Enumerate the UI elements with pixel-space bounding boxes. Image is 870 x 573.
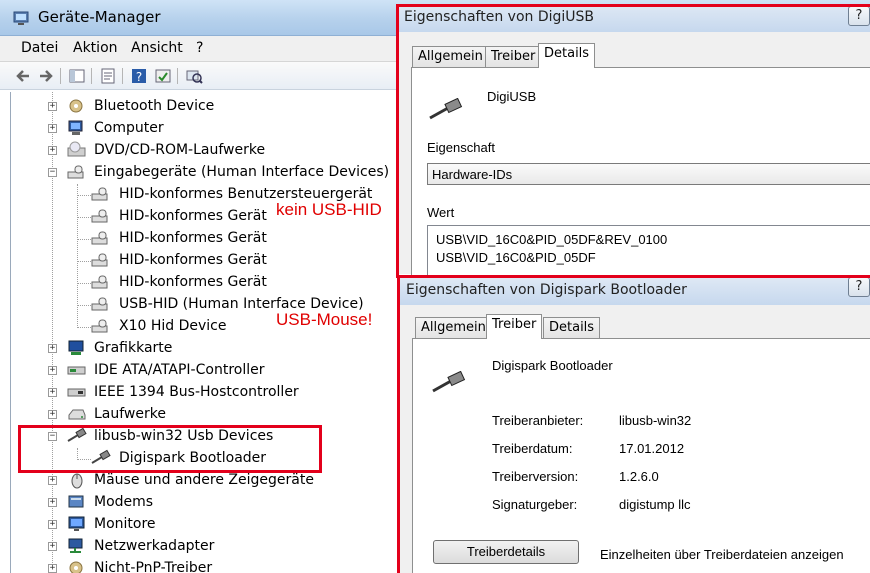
- tree-item-label: HID-konformes Gerät: [119, 252, 267, 268]
- tree-item-label: HID-konformes Gerät: [119, 274, 267, 290]
- menu-aktion[interactable]: Aktion: [73, 40, 118, 56]
- display-adapter-icon: [68, 340, 84, 355]
- tree-item-label: Netzwerkadapter: [94, 538, 215, 554]
- help-icon[interactable]: ?: [130, 67, 148, 85]
- toolbar: ?: [0, 62, 400, 90]
- bluetooth-icon: [69, 99, 83, 113]
- collapse-icon[interactable]: −: [48, 168, 57, 177]
- update-icon[interactable]: [154, 67, 172, 85]
- scan-hardware-icon[interactable]: [185, 67, 203, 85]
- device-tree: + Bluetooth Device + Computer + DVD/CD-R…: [10, 92, 398, 573]
- toolbar-separator: [91, 68, 92, 84]
- toolbar-separator: [60, 68, 61, 84]
- tree-item-hid-device[interactable]: HID-konformes Gerät: [11, 271, 391, 293]
- expand-icon[interactable]: +: [48, 520, 57, 529]
- menu-bar: Datei Aktion Ansicht ?: [0, 36, 400, 62]
- hid-icon: [91, 275, 108, 289]
- dvd-drive-icon: [67, 141, 86, 157]
- tree-item-label: Grafikkarte: [94, 340, 173, 356]
- expand-icon[interactable]: +: [48, 476, 57, 485]
- tree-item-label: Mäuse und andere Zeigegeräte: [94, 472, 314, 488]
- tree-item-network[interactable]: + Netzwerkadapter: [11, 535, 391, 557]
- network-adapter-icon: [68, 538, 83, 553]
- tree-item-graphics[interactable]: + Grafikkarte: [11, 337, 391, 359]
- show-hide-tree-icon[interactable]: [68, 67, 86, 85]
- hid-icon: [91, 297, 108, 311]
- highlight-frame-digiusb: [396, 4, 870, 278]
- back-icon[interactable]: [14, 67, 32, 85]
- annotation-no-hid: kein USB-HID: [276, 200, 382, 219]
- window-title: Geräte-Manager: [38, 8, 161, 26]
- tree-item-label: Laufwerke: [94, 406, 166, 422]
- tree-item-drives[interactable]: + Laufwerke: [11, 403, 391, 425]
- expand-icon[interactable]: +: [48, 564, 57, 573]
- expand-icon[interactable]: +: [48, 388, 57, 397]
- expand-icon[interactable]: +: [48, 410, 57, 419]
- expand-icon[interactable]: +: [48, 542, 57, 551]
- tree-item-label: X10 Hid Device: [119, 318, 227, 334]
- non-pnp-driver-icon: [69, 561, 83, 573]
- tree-item-label: DVD/CD-ROM-Laufwerke: [94, 142, 266, 158]
- expand-icon[interactable]: +: [48, 366, 57, 375]
- tree-item-label: IDE ATA/ATAPI-Controller: [94, 362, 265, 378]
- tree-item-label: Eingabegeräte (Human Interface Devices): [94, 164, 390, 180]
- tree-item-monitors[interactable]: + Monitore: [11, 513, 391, 535]
- svg-text:?: ?: [136, 70, 142, 84]
- hid-icon: [91, 209, 108, 223]
- mouse-icon: [71, 473, 83, 489]
- tree-item-computer[interactable]: + Computer: [11, 117, 391, 139]
- expand-icon[interactable]: +: [48, 124, 57, 133]
- monitor-icon: [68, 516, 85, 531]
- device-manager-icon: [13, 11, 29, 25]
- tree-item-non-pnp[interactable]: + Nicht-PnP-Treiber: [11, 557, 391, 573]
- highlight-box-libusb: [215, 425, 322, 473]
- tree-item-ide[interactable]: + IDE ATA/ATAPI-Controller: [11, 359, 391, 381]
- modem-icon: [68, 495, 84, 508]
- highlight-box-libusb: [18, 425, 218, 473]
- tree-item-ieee1394[interactable]: + IEEE 1394 Bus-Hostcontroller: [11, 381, 391, 403]
- toolbar-separator: [177, 68, 178, 84]
- tab-details[interactable]: Details: [538, 43, 596, 68]
- hid-icon: [91, 319, 108, 333]
- hid-icon: [91, 253, 108, 267]
- menu-datei[interactable]: Datei: [21, 40, 58, 56]
- tree-item-label: Monitore: [94, 516, 156, 532]
- menu-ansicht[interactable]: Ansicht: [131, 40, 183, 56]
- tree-item-label: Computer: [94, 120, 164, 136]
- tree-item-label: Modems: [94, 494, 154, 510]
- disk-drive-icon: [68, 409, 86, 420]
- tree-item-label: Bluetooth Device: [94, 98, 215, 114]
- menu-help[interactable]: ?: [196, 40, 203, 56]
- tree-item-label: IEEE 1394 Bus-Hostcontroller: [94, 384, 299, 400]
- tree-item-bluetooth[interactable]: + Bluetooth Device: [11, 95, 391, 117]
- expand-icon[interactable]: +: [48, 146, 57, 155]
- ide-controller-icon: [67, 366, 86, 375]
- firewire-controller-icon: [67, 388, 86, 397]
- properties-icon[interactable]: [99, 67, 117, 85]
- tree-item-label: HID-konformes Gerät: [119, 208, 267, 224]
- toolbar-separator: [122, 68, 123, 84]
- expand-icon[interactable]: +: [48, 344, 57, 353]
- tab-treiber[interactable]: Treiber: [486, 314, 543, 339]
- hid-icon: [91, 231, 108, 245]
- tree-item-input-devices[interactable]: − Eingabegeräte (Human Interface Devices…: [11, 161, 391, 183]
- hid-icon: [91, 187, 108, 201]
- tree-item-label: HID-konformes Gerät: [119, 230, 267, 246]
- highlight-frame-digispark: [397, 275, 870, 573]
- annotation-usb-mouse: USB-Mouse!: [276, 310, 373, 329]
- tree-item-label: Nicht-PnP-Treiber: [94, 560, 213, 573]
- tree-item-modems[interactable]: + Modems: [11, 491, 391, 513]
- tree-item-hid-device[interactable]: HID-konformes Gerät: [11, 227, 391, 249]
- forward-icon[interactable]: [37, 67, 55, 85]
- hid-icon: [67, 165, 84, 179]
- expand-icon[interactable]: +: [48, 498, 57, 507]
- tree-item-hid-device[interactable]: HID-konformes Gerät: [11, 249, 391, 271]
- computer-icon: [68, 120, 83, 135]
- tree-item-dvd[interactable]: + DVD/CD-ROM-Laufwerke: [11, 139, 391, 161]
- expand-icon[interactable]: +: [48, 102, 57, 111]
